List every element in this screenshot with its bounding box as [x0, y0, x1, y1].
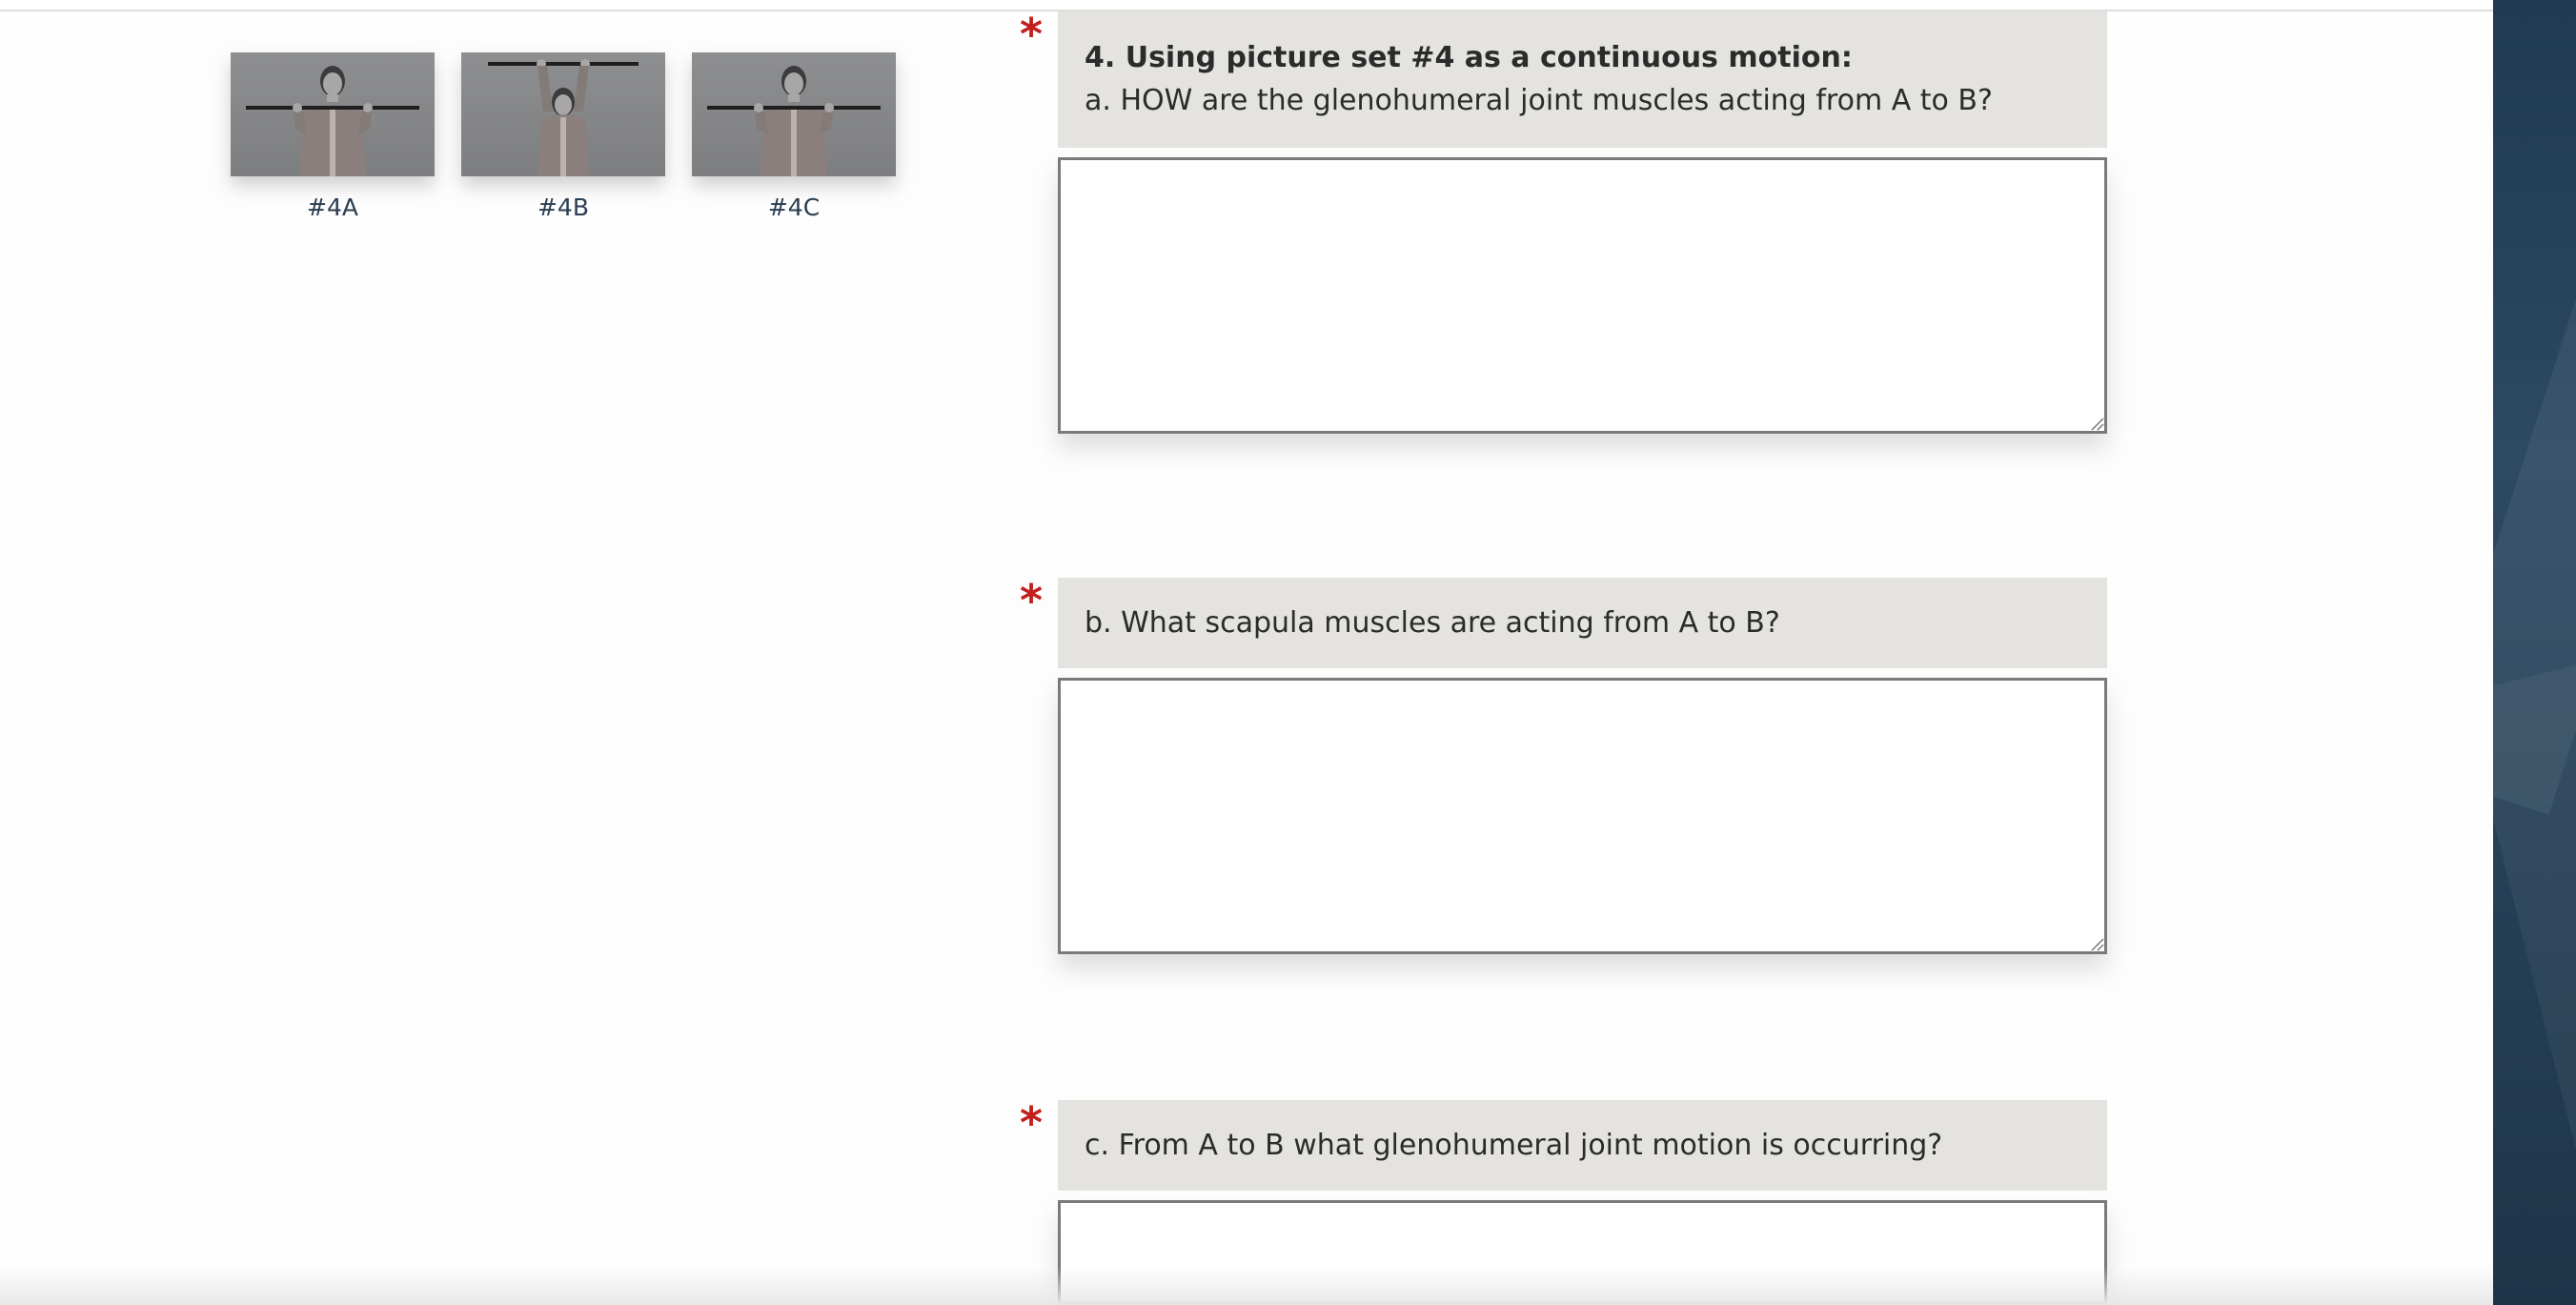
person-holding-bar-icon [692, 52, 896, 176]
question-heading: 4. Using picture set #4 as a continuous … [1085, 40, 1853, 74]
picture-label: #4B [537, 194, 589, 221]
question-text: b. What scapula muscles are acting from … [1085, 605, 1780, 640]
required-asterisk: * [1020, 575, 1044, 626]
question-text: a. HOW are the glenohumeral joint muscle… [1085, 83, 1993, 117]
picture-set-4: #4A #4B #4C [231, 52, 923, 221]
question-text: c. From A to B what glenohumeral joint m… [1085, 1128, 1943, 1162]
side-background-panel [2493, 0, 2576, 1305]
picture-label: #4A [307, 194, 358, 221]
picture-4a[interactable]: #4A [231, 52, 435, 221]
required-asterisk: * [1020, 1097, 1044, 1149]
bottom-fade [0, 1267, 2493, 1305]
answer-textarea[interactable] [1058, 157, 2107, 434]
answer-textarea[interactable] [1058, 678, 2107, 954]
required-asterisk: * [1020, 9, 1044, 60]
question-prompt: b. What scapula muscles are acting from … [1058, 578, 2107, 668]
question-prompt: c. From A to B what glenohumeral joint m… [1058, 1100, 2107, 1191]
picture-label: #4C [767, 194, 821, 221]
person-holding-bar-icon [231, 52, 435, 176]
picture-4c[interactable]: #4C [692, 52, 896, 221]
question-prompt: 4. Using picture set #4 as a continuous … [1058, 11, 2107, 148]
panel-decoration [2493, 661, 2576, 1305]
person-holding-bar-overhead-icon [461, 52, 665, 176]
top-divider [0, 0, 2493, 11]
picture-4b[interactable]: #4B [461, 52, 665, 221]
